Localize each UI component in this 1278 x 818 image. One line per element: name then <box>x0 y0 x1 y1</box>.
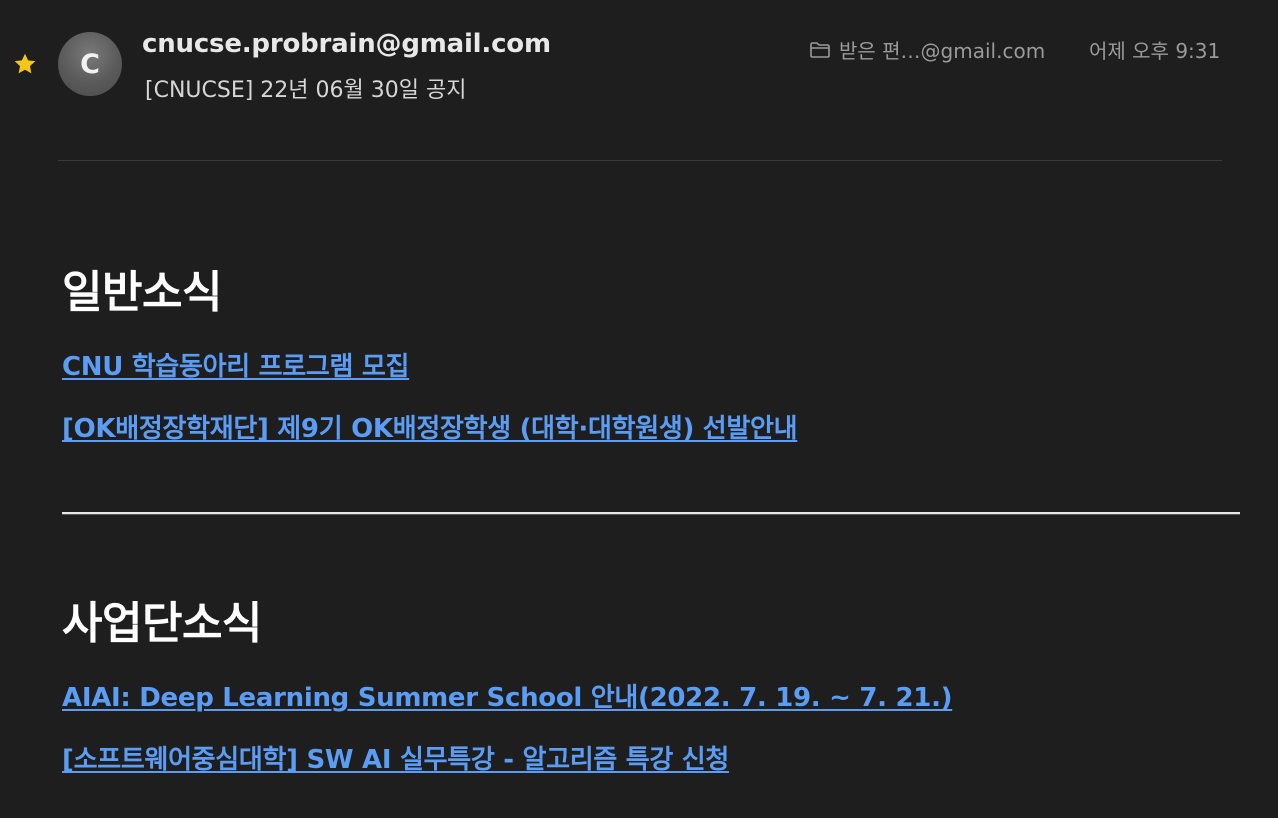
section-divider <box>62 512 1240 515</box>
email-subject: [CNUCSE] 22년 06월 30일 공지 <box>145 78 467 103</box>
header-divider <box>58 160 1222 161</box>
avatar: C <box>58 32 122 96</box>
avatar-initial: C <box>80 48 100 80</box>
link-summer-school[interactable]: AIAI: Deep Learning Summer School 안내(202… <box>62 677 953 714</box>
link-study-club[interactable]: CNU 학습동아리 프로그램 모집 <box>62 346 409 383</box>
section-title-general: 일반소식 <box>62 267 222 318</box>
timestamp: 어제 오후 9:31 <box>1089 39 1221 63</box>
email-view: C cnucse.probrain@gmail.com [CNUCSE] 22년… <box>0 0 1278 818</box>
folder-icon <box>810 41 830 58</box>
link-ok-scholarship[interactable]: [OK배정장학재단] 제9기 OK배정장학생 (대학·대학원생) 선발안내 <box>62 408 798 445</box>
mailbox-indicator[interactable]: 받은 편…@gmail.com <box>809 35 1045 64</box>
star-icon[interactable] <box>12 51 38 77</box>
section-title-project: 사업단소식 <box>62 598 262 649</box>
link-sw-ai-lecture[interactable]: [소프트웨어중심대학] SW AI 실무특강 - 알고리즘 특강 신청 <box>62 739 729 776</box>
mailbox-label: 받은 편…@gmail.com <box>839 39 1046 63</box>
sender-address[interactable]: cnucse.probrain@gmail.com <box>142 29 551 59</box>
